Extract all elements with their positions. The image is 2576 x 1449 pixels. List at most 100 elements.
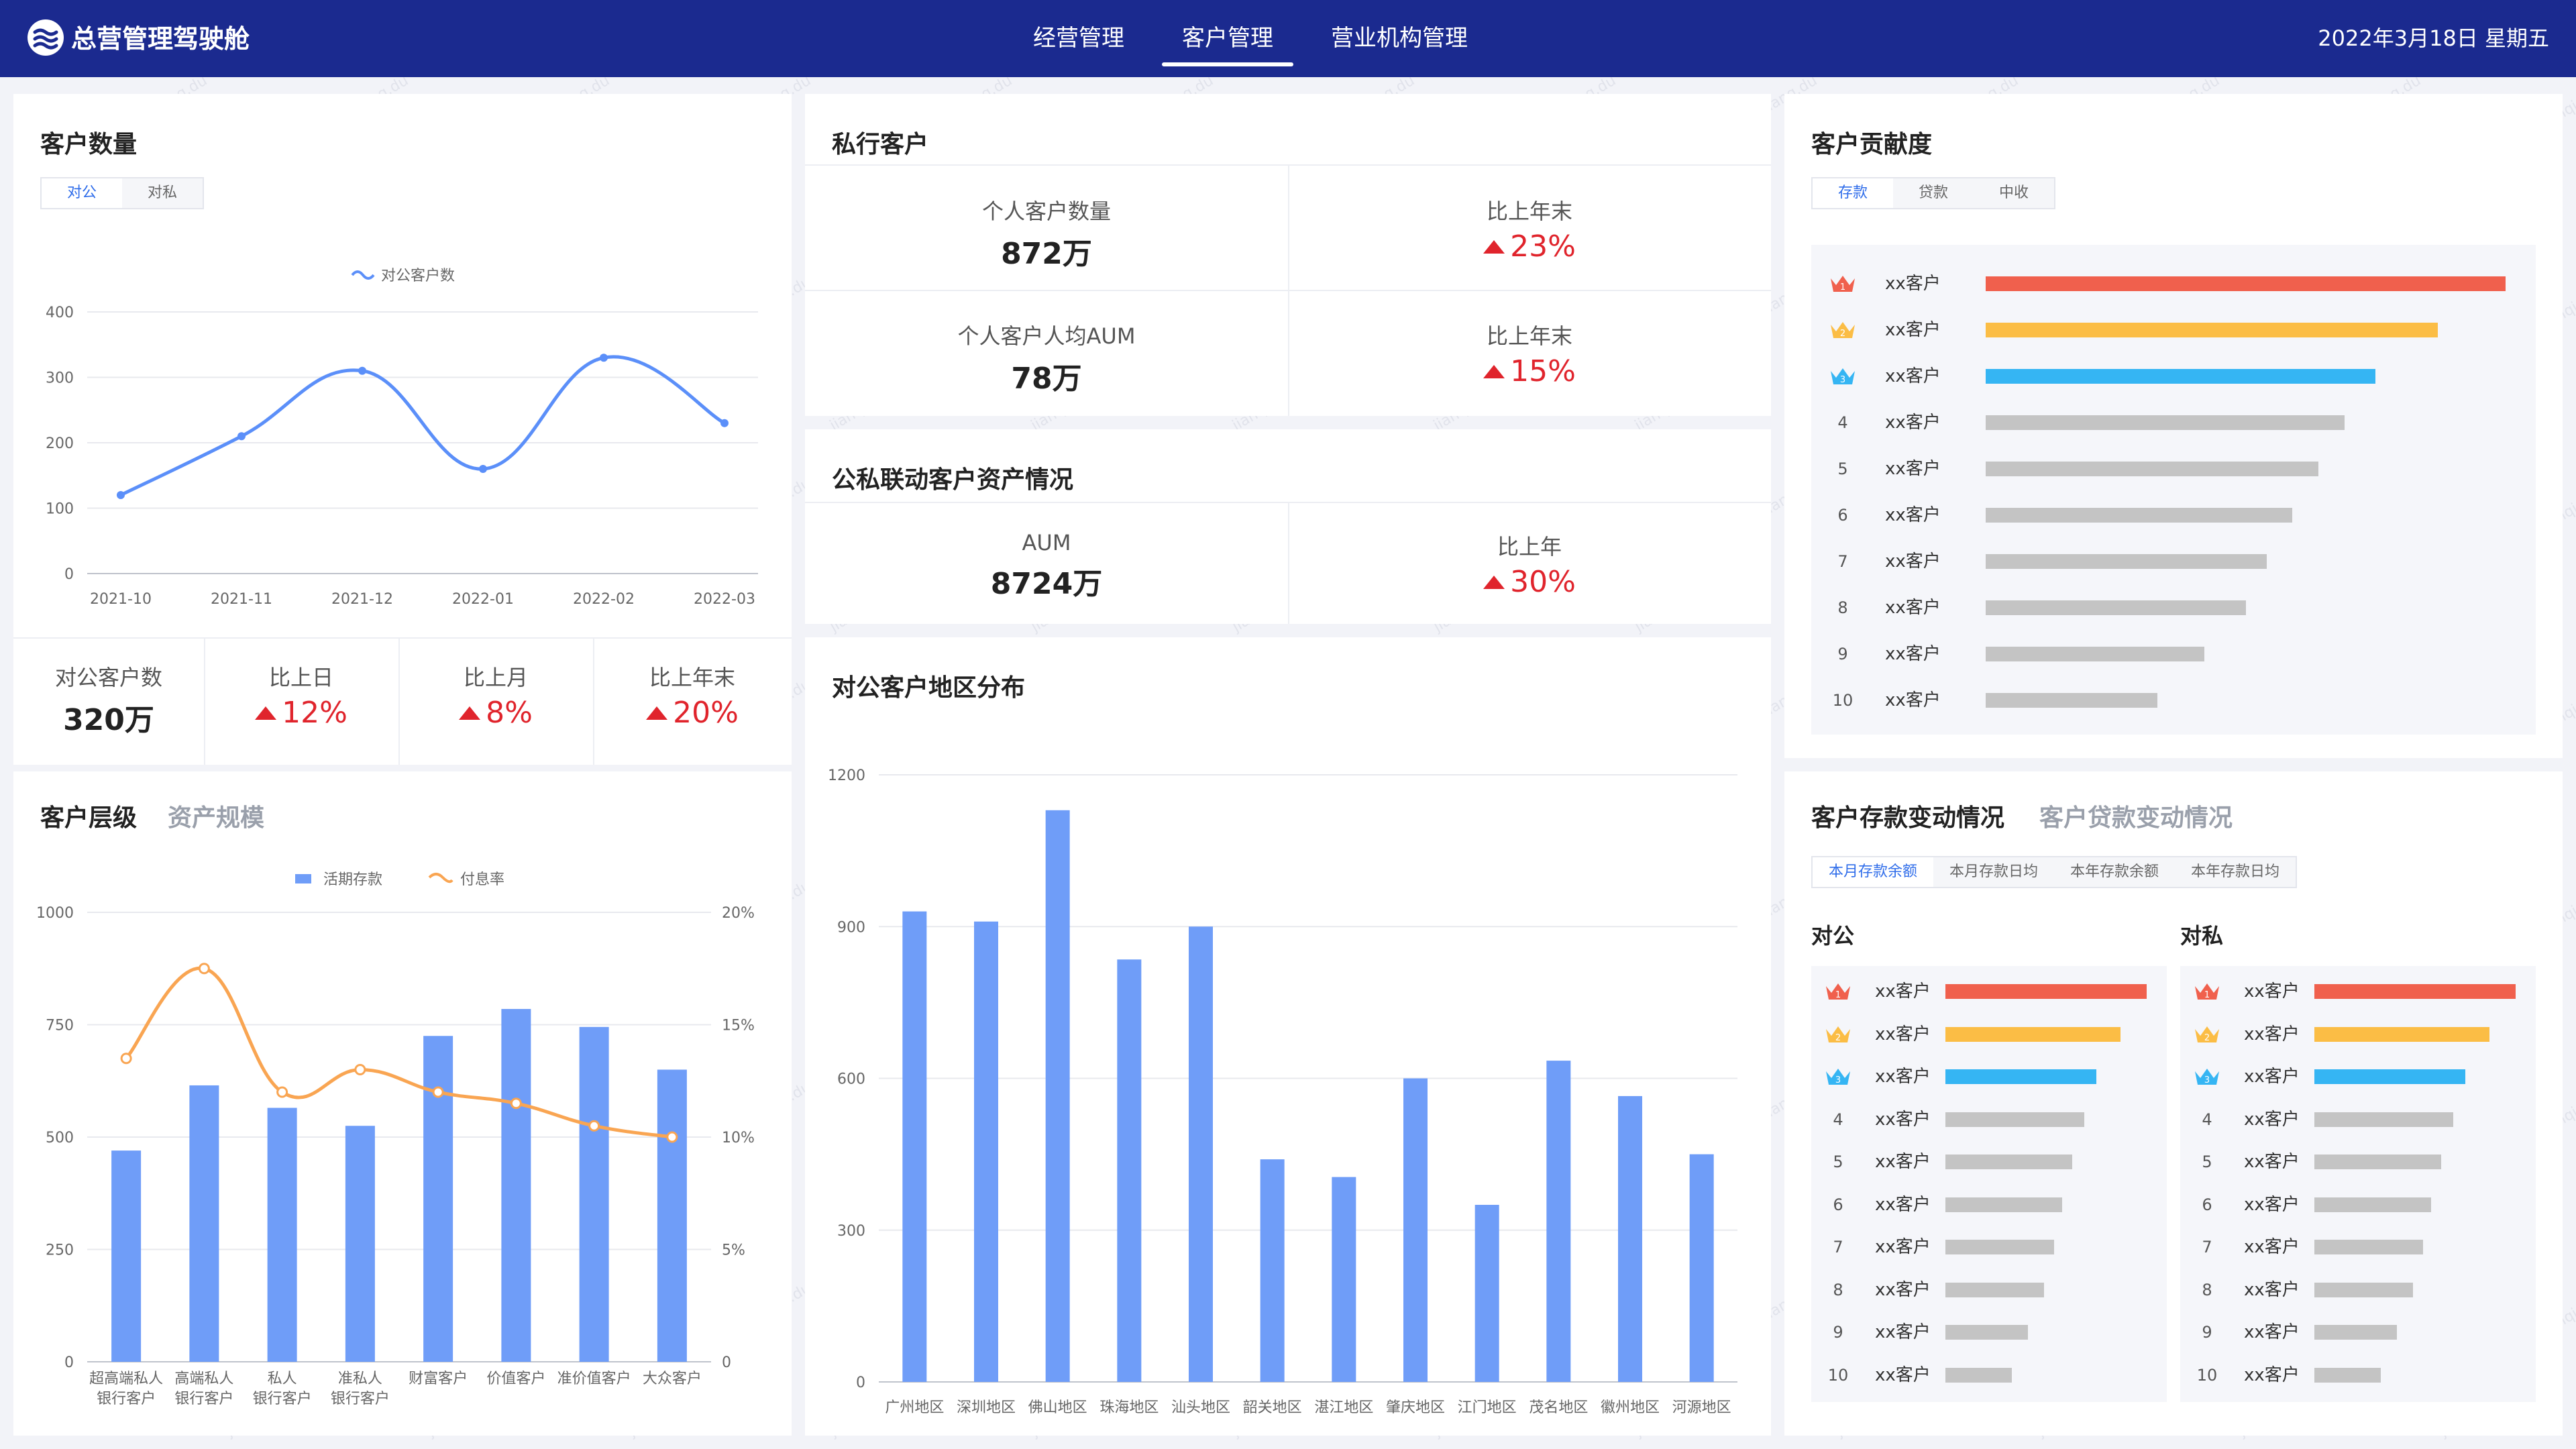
y-tick-label: 400 [46, 305, 74, 321]
x-tick-label: 深圳地区 [957, 1399, 1016, 1416]
ranking-bar [1986, 276, 2506, 291]
data-point [117, 491, 125, 499]
bar [189, 1085, 219, 1362]
kpi-label: 对公客户数 [54, 665, 162, 690]
svg-text:3: 3 [2204, 1075, 2210, 1085]
contribution-tabs: 存款 贷款 中收 [1811, 177, 2055, 209]
customer-name: xx客户 [2244, 1364, 2300, 1385]
customer-name: xx客户 [1885, 274, 1941, 294]
nav-business[interactable]: 经营管理 [1033, 0, 1124, 77]
x-tick-label: 2022-03 [694, 591, 755, 608]
tab-year-balance[interactable]: 本年存款余额 [2054, 857, 2175, 887]
tab-deposit-change[interactable]: 客户存款变动情况 [1811, 798, 2004, 833]
ranking-bar [1986, 600, 2246, 615]
tab-asset-scale[interactable]: 资产规模 [168, 798, 264, 833]
y-tick-label-right: 5% [722, 1242, 745, 1259]
panel-title: 客户数量 [40, 131, 138, 158]
tab-loan-change[interactable]: 客户贷款变动情况 [2039, 798, 2233, 833]
bar [1260, 1159, 1285, 1382]
y-tick-label-right: 10% [722, 1130, 755, 1146]
kpi-label: 比上年末 [1486, 323, 1572, 349]
y-tick-label-left: 500 [46, 1130, 74, 1146]
ranking-row: 4 xx客户 [2180, 1108, 2536, 1132]
crown-icon: 2 [1828, 318, 1858, 342]
kpi-aum: AUM 8724万 [805, 530, 1288, 602]
kpi-label: 比上月 [463, 665, 528, 690]
x-tick-label: 超高端私人 [89, 1371, 163, 1387]
rank-number: 4 [1837, 413, 1848, 432]
ranking-bar [1986, 415, 2345, 430]
customer-name: xx客户 [1875, 1364, 1931, 1385]
ranking-bar [1945, 1282, 2044, 1297]
kpi-avg-aum: 个人客户人均AUM 78万 [805, 319, 1288, 397]
y-tick-label: 1200 [828, 767, 865, 784]
y-tick-label: 600 [837, 1071, 865, 1088]
ranking-bar [1945, 1240, 2054, 1254]
rank-number: 8 [1837, 598, 1848, 617]
bar [1618, 1095, 1642, 1382]
up-arrow-icon [1483, 365, 1505, 378]
ranking-bar [2314, 1325, 2397, 1340]
svg-text:2: 2 [2204, 1033, 2210, 1043]
tab-loan[interactable]: 贷款 [1893, 178, 1974, 208]
svg-text:1: 1 [2204, 990, 2210, 1000]
ranking-row: 8 xx客户 [1811, 596, 2536, 620]
y-tick-label: 300 [837, 1223, 865, 1240]
ranking-row: 2 xx客户 [1811, 318, 2536, 342]
kpi-label: AUM [1022, 530, 1071, 555]
x-tick-label: 茂名地区 [1529, 1399, 1588, 1416]
x-tick-label: 财富客户 [409, 1371, 468, 1387]
tab-deposit[interactable]: 存款 [1813, 178, 1893, 208]
ranking-bar [1986, 693, 2157, 708]
kpi-avg-aum-change: 比上年末 15% [1288, 319, 1771, 388]
x-tick-label: 2022-01 [452, 591, 514, 608]
crown-icon: 1 [1823, 979, 1853, 1004]
ranking-row: 7 xx客户 [1811, 1235, 2167, 1259]
x-tick-label: 江门地区 [1458, 1399, 1517, 1416]
rank-number: 8 [2202, 1280, 2212, 1299]
ranking-row: 1 xx客户 [1811, 272, 2536, 296]
y-tick-label: 300 [46, 370, 74, 387]
x-tick-label: 广州地区 [885, 1399, 944, 1416]
ranking-row: 8 xx客户 [2180, 1278, 2536, 1302]
tab-private[interactable]: 对私 [122, 178, 203, 208]
divider [13, 637, 792, 639]
up-arrow-icon [1483, 576, 1505, 589]
up-arrow-icon [646, 706, 668, 720]
tab-month-daily[interactable]: 本月存款日均 [1933, 857, 2054, 887]
tab-year-daily[interactable]: 本年存款日均 [2175, 857, 2296, 887]
customer-name: xx客户 [1885, 505, 1941, 525]
nav-branch[interactable]: 营业机构管理 [1331, 0, 1468, 77]
rank-number: 8 [1833, 1280, 1843, 1299]
kpi-label: 个人客户数量 [981, 199, 1111, 224]
customer-type-tabs: 对公 对私 [40, 177, 204, 209]
rank-number: 9 [1837, 645, 1848, 663]
tab-month-balance[interactable]: 本月存款余额 [1813, 857, 1933, 887]
kpi-value: 12% [282, 696, 347, 730]
data-point [237, 432, 246, 441]
customer-name: xx客户 [1875, 1194, 1931, 1215]
bar [1117, 959, 1142, 1382]
rank-number: 5 [1833, 1152, 1843, 1171]
x-tick-label: 银行客户 [174, 1391, 233, 1407]
private-column-title: 对私 [2180, 923, 2224, 949]
legend-line-icon [428, 873, 453, 883]
app-title: 总营管理驾驶舱 [71, 24, 250, 54]
rank-number: 5 [1837, 460, 1848, 478]
customer-count-line-chart: 对公客户数 0 100 200 300 400 2021-10 2021-11 2021-12 2… [46, 268, 758, 608]
y-tick-label-right: 0 [722, 1354, 731, 1371]
data-point [276, 1086, 288, 1098]
tab-corporate[interactable]: 对公 [42, 178, 122, 208]
rank-number: 4 [2202, 1110, 2212, 1129]
rank-number: 7 [2202, 1238, 2212, 1256]
y-tick-label-right: 20% [722, 905, 755, 922]
rank-number: 9 [1833, 1323, 1843, 1342]
crown-icon: 2 [2192, 1022, 2222, 1046]
nav-customer[interactable]: 客户管理 [1162, 0, 1293, 77]
ranking-bar [1945, 1112, 2084, 1127]
customer-hierarchy-panel: 客户层级 资产规模 活期存款 付息率 0 0 250 5% 500 10% 750 15% 1000… [13, 771, 792, 1436]
customer-name: xx客户 [1885, 413, 1941, 433]
tab-customer-level[interactable]: 客户层级 [40, 798, 137, 833]
kpi-vs-year-end: 比上年末 20% [593, 661, 792, 730]
tab-fee[interactable]: 中收 [1974, 178, 2054, 208]
